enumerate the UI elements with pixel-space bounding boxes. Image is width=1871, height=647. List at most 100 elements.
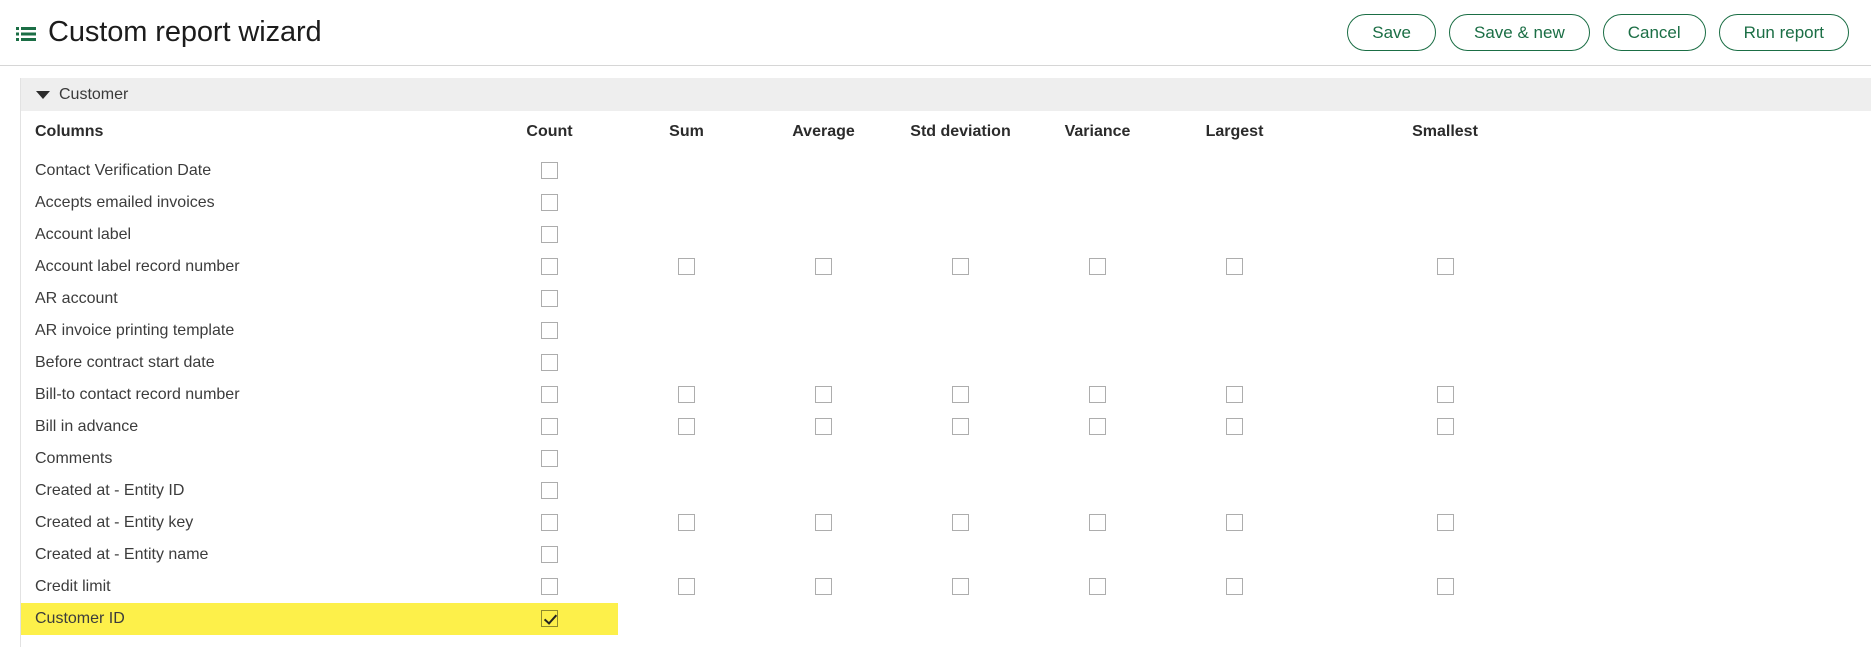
checkbox-smallest[interactable] (1437, 514, 1454, 531)
table-row: Credit limit (21, 571, 1871, 603)
cell-std-deviation (892, 283, 1029, 315)
checkbox-largest[interactable] (1226, 258, 1243, 275)
checkbox-count[interactable] (541, 546, 558, 563)
group-header-label: Customer (59, 86, 128, 104)
checkbox-count[interactable] (541, 610, 558, 627)
cell-smallest (1303, 283, 1587, 315)
cell-variance (1029, 603, 1166, 635)
checkbox-count[interactable] (541, 162, 558, 179)
checkbox-average[interactable] (815, 258, 832, 275)
column-header-largest: Largest (1166, 123, 1303, 155)
checkbox-variance[interactable] (1089, 386, 1106, 403)
checkbox-average[interactable] (815, 578, 832, 595)
cell-sum (618, 539, 755, 571)
cell-spacer (1587, 475, 1871, 507)
cell-count (481, 603, 618, 635)
save-button[interactable]: Save (1347, 14, 1436, 51)
cell-sum (618, 411, 755, 443)
run-report-button[interactable]: Run report (1719, 14, 1849, 51)
checkbox-count[interactable] (541, 450, 558, 467)
cell-count (481, 571, 618, 603)
cell-spacer (1587, 443, 1871, 475)
checkbox-smallest[interactable] (1437, 578, 1454, 595)
cell-std-deviation (892, 475, 1029, 507)
column-header-columns: Columns (21, 123, 481, 155)
checkbox-count[interactable] (541, 386, 558, 403)
cell-average (755, 539, 892, 571)
row-label: Created at - Entity ID (21, 475, 481, 507)
checkbox-sum[interactable] (678, 514, 695, 531)
row-label: Account label record number (21, 251, 481, 283)
cell-largest (1166, 219, 1303, 251)
cell-smallest (1303, 603, 1587, 635)
checkbox-std-deviation[interactable] (952, 578, 969, 595)
checkbox-variance[interactable] (1089, 418, 1106, 435)
cell-sum (618, 315, 755, 347)
checkbox-largest[interactable] (1226, 514, 1243, 531)
row-label: Comments (21, 443, 481, 475)
cell-average (755, 219, 892, 251)
cancel-button[interactable]: Cancel (1603, 14, 1706, 51)
cell-sum (618, 251, 755, 283)
checkbox-std-deviation[interactable] (952, 514, 969, 531)
cell-std-deviation (892, 315, 1029, 347)
cell-std-deviation (892, 571, 1029, 603)
caret-down-icon[interactable] (36, 91, 50, 99)
cell-count (481, 155, 618, 187)
checkbox-count[interactable] (541, 514, 558, 531)
cell-variance (1029, 379, 1166, 411)
checkbox-smallest[interactable] (1437, 386, 1454, 403)
cell-spacer (1587, 219, 1871, 251)
checkbox-sum[interactable] (678, 386, 695, 403)
cell-spacer (1587, 379, 1871, 411)
checkbox-average[interactable] (815, 514, 832, 531)
cell-spacer (1587, 539, 1871, 571)
checkbox-count[interactable] (541, 482, 558, 499)
row-label: Before contract start date (21, 347, 481, 379)
cell-std-deviation (892, 347, 1029, 379)
cell-sum (618, 443, 755, 475)
cell-count (481, 379, 618, 411)
checkbox-std-deviation[interactable] (952, 386, 969, 403)
checkbox-count[interactable] (541, 290, 558, 307)
checkbox-count[interactable] (541, 322, 558, 339)
checkbox-variance[interactable] (1089, 258, 1106, 275)
checkbox-sum[interactable] (678, 418, 695, 435)
checkbox-largest[interactable] (1226, 418, 1243, 435)
cell-smallest (1303, 187, 1587, 219)
cell-largest (1166, 443, 1303, 475)
save-and-new-button[interactable]: Save & new (1449, 14, 1590, 51)
page-title: Custom report wizard (48, 18, 322, 47)
checkbox-count[interactable] (541, 418, 558, 435)
cell-sum (618, 283, 755, 315)
checkbox-average[interactable] (815, 386, 832, 403)
checkbox-largest[interactable] (1226, 578, 1243, 595)
cell-average (755, 379, 892, 411)
cell-smallest (1303, 219, 1587, 251)
checkbox-variance[interactable] (1089, 514, 1106, 531)
checkbox-average[interactable] (815, 418, 832, 435)
checkbox-smallest[interactable] (1437, 418, 1454, 435)
checkbox-variance[interactable] (1089, 578, 1106, 595)
cell-variance (1029, 347, 1166, 379)
cell-variance (1029, 251, 1166, 283)
checkbox-sum[interactable] (678, 578, 695, 595)
cell-smallest (1303, 507, 1587, 539)
cell-spacer (1587, 187, 1871, 219)
checkbox-count[interactable] (541, 578, 558, 595)
checkbox-count[interactable] (541, 258, 558, 275)
checkbox-std-deviation[interactable] (952, 258, 969, 275)
checkbox-count[interactable] (541, 226, 558, 243)
cell-variance (1029, 539, 1166, 571)
column-header-sum: Sum (618, 123, 755, 155)
cell-count (481, 251, 618, 283)
checkbox-sum[interactable] (678, 258, 695, 275)
checkbox-std-deviation[interactable] (952, 418, 969, 435)
checkbox-count[interactable] (541, 354, 558, 371)
checkbox-largest[interactable] (1226, 386, 1243, 403)
cell-average (755, 251, 892, 283)
checkbox-smallest[interactable] (1437, 258, 1454, 275)
table-header-row: Columns Count Sum Average Std deviation … (21, 123, 1871, 155)
checkbox-count[interactable] (541, 194, 558, 211)
group-header-customer[interactable]: Customer (21, 78, 1871, 111)
